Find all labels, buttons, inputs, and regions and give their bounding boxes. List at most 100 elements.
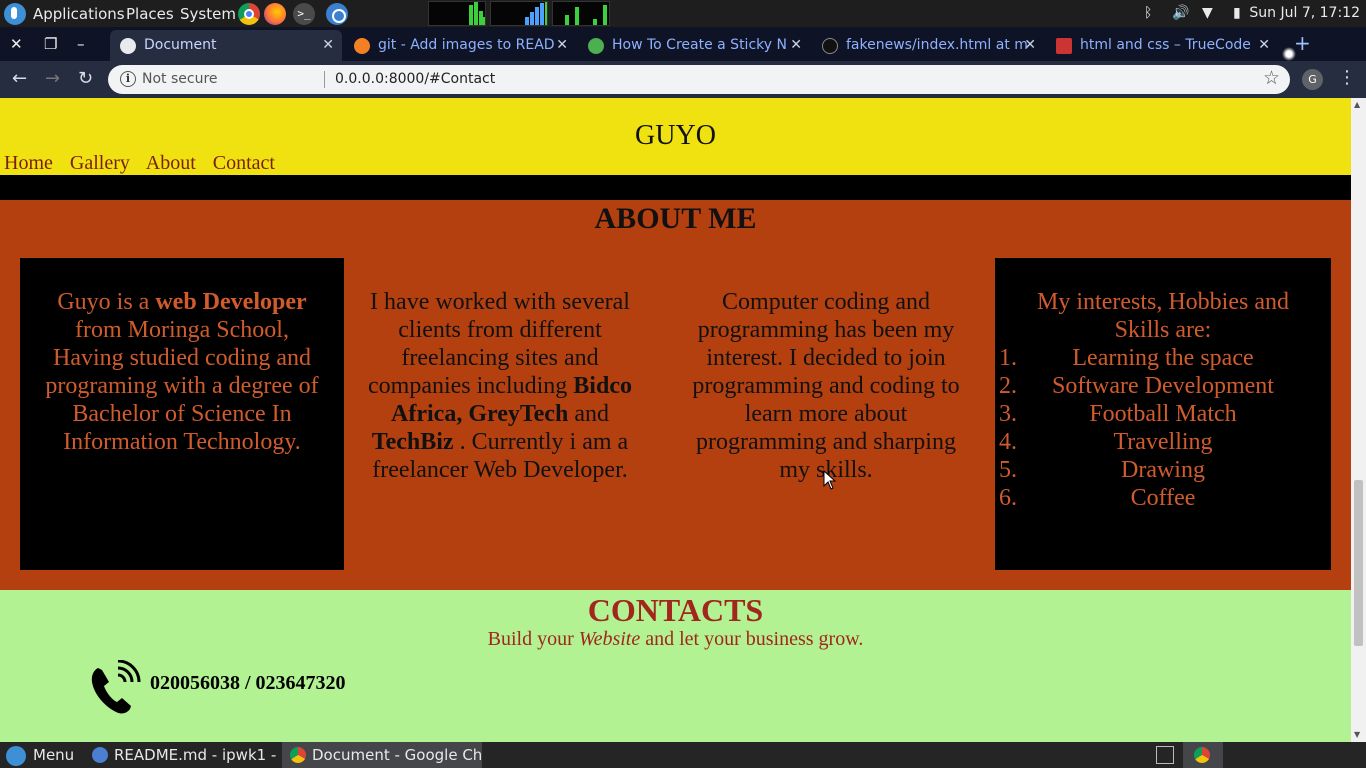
reload-icon[interactable]: ↻ <box>78 68 93 89</box>
profile-avatar[interactable]: G <box>1302 69 1323 90</box>
browser-tab[interactable]: fakenews/index.html at m ✕ <box>812 30 1044 61</box>
hobby-item: 3. Football Match <box>999 401 1237 427</box>
new-tab-button[interactable]: + <box>1294 31 1311 55</box>
cpu-monitor-graph <box>428 1 486 26</box>
window-minimize-icon[interactable]: – <box>77 35 85 53</box>
site-brand: GUYO <box>635 120 716 151</box>
applications-menu[interactable]: Applications <box>33 5 125 23</box>
phone-number[interactable]: 020056038 / 023647320 <box>150 672 346 695</box>
truecode-icon <box>1056 38 1072 54</box>
taskbar: Menu README.md - ipwk1 - ... Document - … <box>0 742 1366 768</box>
browser-toolbar: ← → ↻ i Not secure 0.0.0.0:8000/#Contact… <box>0 61 1366 98</box>
workspace-switcher-icon[interactable] <box>1156 746 1174 764</box>
browser-tab[interactable]: How To Create a Sticky N ✕ <box>578 30 810 61</box>
interest-text: Computer coding and programming has been… <box>692 289 960 483</box>
bookmark-star-icon[interactable]: ☆ <box>1263 67 1280 89</box>
tab-title: html and css – TrueCode <box>1080 37 1251 53</box>
network-monitor-graph <box>552 1 610 26</box>
github-icon <box>822 38 838 54</box>
globe-icon <box>120 38 136 54</box>
memory-monitor-graph <box>490 1 548 26</box>
chrome-tray-icon[interactable] <box>1183 742 1223 768</box>
tab-title: fakenews/index.html at m <box>846 37 1028 53</box>
clients-bold-2: TechBiz <box>371 429 454 455</box>
panel-clock[interactable]: Sun Jul 7, 17:12 <box>1249 5 1360 21</box>
hobby-item: 4. Travelling <box>999 429 1213 455</box>
contacts-title: CONTACTS <box>587 592 764 628</box>
tab-title: Document <box>144 37 217 53</box>
volume-icon[interactable]: 🔊 <box>1172 5 1189 21</box>
taskbar-menu-button[interactable]: Menu <box>6 746 74 766</box>
battery-icon[interactable]: ▮ <box>1233 5 1241 21</box>
scroll-up-arrow-icon[interactable]: ▲ <box>1354 100 1360 109</box>
page-scrollbar[interactable]: ▲ ▼ <box>1351 98 1366 742</box>
chrome-icon <box>290 747 306 763</box>
site-info-icon[interactable]: i <box>120 71 136 87</box>
tab-close-icon[interactable]: ✕ <box>790 30 802 61</box>
omnibox-separator <box>324 71 325 88</box>
nav-home-link[interactable]: Home <box>4 152 53 174</box>
task-title: Document - Google Chr... <box>312 746 482 764</box>
wifi-icon[interactable]: ▼ <box>1202 5 1213 21</box>
intro-text-pre: Guyo is a <box>57 289 156 315</box>
tab-close-icon[interactable]: ✕ <box>556 30 568 61</box>
vscode-icon <box>92 747 108 763</box>
intro-text-bold: web Developer <box>155 289 307 315</box>
about-card-hobbies: My interests, Hobbies and Skills are: 1.… <box>995 258 1331 570</box>
site-header: GUYO Home Gallery About Contact <box>0 98 1351 175</box>
contacts-tagline: Build your Website and let your business… <box>487 628 864 650</box>
tab-title: How To Create a Sticky N <box>612 37 787 53</box>
hobby-item: 6. Coffee <box>999 485 1196 511</box>
wallpaper-sparkle <box>1282 47 1296 61</box>
back-arrow-icon[interactable]: ← <box>12 68 27 89</box>
hobbies-list: 1. Learning the space 2. Software Developm… <box>995 344 1331 512</box>
forward-arrow-icon[interactable]: → <box>45 68 60 89</box>
url-text[interactable]: 0.0.0.0:8000/#Contact <box>335 71 495 87</box>
hobby-item: 2. Software Development <box>999 373 1274 399</box>
address-bar[interactable]: i Not secure 0.0.0.0:8000/#Contact ☆ <box>108 65 1290 94</box>
places-menu[interactable]: Places <box>126 5 174 23</box>
chrome-launcher-icon[interactable] <box>238 3 260 25</box>
browser-tab[interactable]: git - Add images to READ ✕ <box>344 30 576 61</box>
clients-text-2: and <box>568 401 609 427</box>
system-menu[interactable]: System <box>180 5 236 23</box>
site-nav: Home Gallery About Contact <box>4 152 287 175</box>
firefox-launcher-icon[interactable] <box>264 3 286 25</box>
about-card-intro: Guyo is a web Developer from Moringa Sch… <box>20 258 344 570</box>
system-panel: Applications Places System >_ ᛒ 🔊 ▼ ▮ Su… <box>0 0 1366 27</box>
distro-logo-icon[interactable] <box>4 3 26 25</box>
taskbar-task[interactable]: Document - Google Chr... <box>282 742 482 768</box>
hobbies-intro: My interests, Hobbies and Skills are: <box>1037 289 1289 343</box>
task-title: README.md - ipwk1 - ... <box>114 746 280 764</box>
nav-contact-link[interactable]: Contact <box>213 152 275 174</box>
tab-title: git - Add images to READ <box>378 37 555 53</box>
scroll-down-arrow-icon[interactable]: ▼ <box>1354 730 1360 739</box>
taskbar-task[interactable]: README.md - ipwk1 - ... <box>84 742 280 768</box>
tab-close-icon[interactable]: ✕ <box>1024 30 1036 61</box>
nav-gallery-link[interactable]: Gallery <box>70 152 130 174</box>
browser-menu-icon[interactable]: ⋮ <box>1338 67 1356 88</box>
scrollbar-thumb[interactable] <box>1354 480 1363 646</box>
phone-icon <box>91 660 141 714</box>
gallery-section-edge <box>0 175 1351 200</box>
security-label[interactable]: Not secure <box>142 71 218 87</box>
hobby-item: 1. Learning the space <box>999 345 1254 371</box>
about-card-interest: Computer coding and programming has been… <box>684 258 968 570</box>
distro-logo-icon <box>6 746 26 766</box>
about-card-clients: I have worked with several clients from … <box>364 258 636 570</box>
tab-close-icon[interactable]: ✕ <box>322 30 334 61</box>
browser-tab[interactable]: Document ✕ <box>110 30 342 61</box>
stackoverflow-icon <box>354 38 370 54</box>
tab-close-icon[interactable]: ✕ <box>1258 30 1270 61</box>
terminal-launcher-icon[interactable]: >_ <box>293 3 315 25</box>
browser-tab[interactable]: html and css – TrueCode ✕ <box>1046 30 1278 61</box>
window-restore-icon[interactable]: ❐ <box>44 35 57 53</box>
contacts-section: CONTACTS Build your Website and let your… <box>0 590 1351 742</box>
mouse-cursor-icon <box>823 470 837 490</box>
w3schools-icon <box>588 38 604 54</box>
vscode-launcher-icon[interactable] <box>326 3 348 25</box>
nav-about-link[interactable]: About <box>146 152 196 174</box>
bluetooth-icon[interactable]: ᛒ <box>1144 5 1152 21</box>
window-close-icon[interactable]: ✕ <box>10 35 23 53</box>
browser-tab-strip: ✕ ❐ – Document ✕ git - Add images to REA… <box>0 27 1366 61</box>
